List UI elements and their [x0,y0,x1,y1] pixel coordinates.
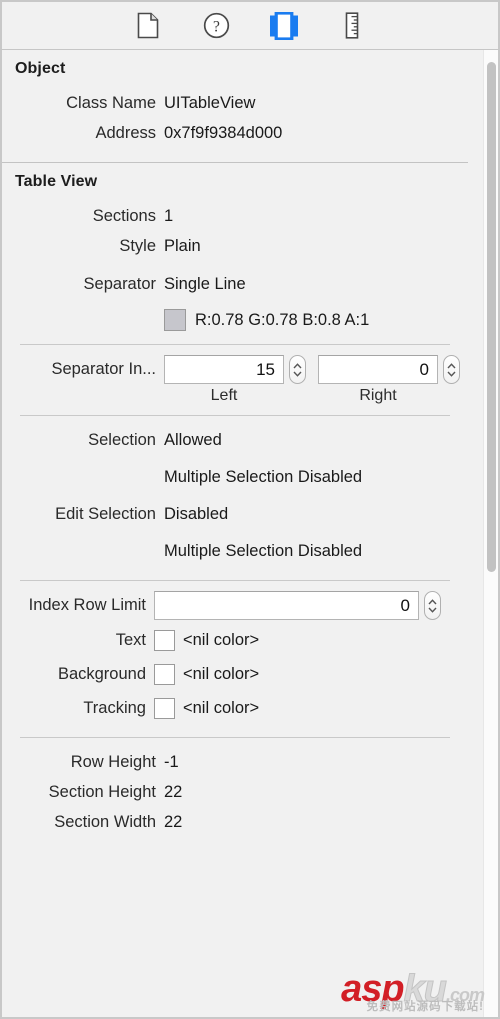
separator-inset-right-group: 0 Right [318,355,460,405]
divider-selection [20,415,450,416]
label-section-height: Section Height [48,782,156,801]
label-row-height: Row Height [70,752,156,771]
index-row-limit-input[interactable]: 0 [154,591,419,620]
document-icon [137,12,159,39]
row-separator: Separator Single Line [2,269,468,299]
label-style: Style [119,236,156,255]
value-class-name: UITableView [164,93,256,112]
row-selection-multiple: Multiple Selection Disabled [2,462,468,492]
value-separator: Single Line [164,274,246,293]
label-sections: Sections [92,206,156,225]
label-index-tracking-color: Tracking [83,698,146,717]
value-section-height: 22 [164,782,183,801]
separator-inset-left-group: 15 Left [164,355,306,405]
inspector-panel: ? Object Class Name UITableView Address … [0,0,500,1019]
size-inspector-button[interactable] [266,9,302,43]
value-row-height: -1 [164,752,179,771]
divider-index [20,580,450,581]
row-index-row-limit: Index Row Limit 0 [2,590,468,621]
watermark: aspku.com 免费网站源码下载站! [341,969,485,1014]
row-section-height: Section Height 22 [2,777,468,807]
divider-metrics [20,737,450,738]
row-sections: Sections 1 [2,201,468,231]
stepper-up-icon [428,598,437,605]
value-address: 0x7f9f9384d000 [164,123,283,142]
value-section-width: 22 [164,812,183,831]
stepper-up-icon [293,362,302,369]
label-class-name: Class Name [66,93,156,112]
separator-inset-right-sublabel: Right [359,387,397,404]
scrollbar-thumb[interactable] [487,62,496,572]
separator-inset-left-input[interactable]: 15 [164,355,284,384]
inspector-body: Object Class Name UITableView Address 0x… [0,50,500,1019]
label-index-row-limit: Index Row Limit [28,596,146,614]
index-background-color-swatch[interactable] [154,663,175,685]
value-index-background-color: <nil color> [183,664,260,683]
ruler-icon [343,12,361,39]
label-edit-selection: Edit Selection [55,504,156,523]
size-inspector-icon [269,11,299,40]
row-style: Style Plain [2,231,468,261]
quick-help-inspector-button[interactable]: ? [198,9,234,43]
index-row-limit-stepper[interactable] [424,591,441,620]
separator-inset-right-stepper[interactable] [443,355,460,384]
value-style: Plain [164,236,201,255]
section-table-view: Table View Sections 1 Style Plain Separa… [2,163,468,851]
row-class-name: Class Name UITableView [2,88,468,118]
stepper-up-icon [447,362,456,369]
index-tracking-color-swatch[interactable] [154,697,175,719]
row-separator-inset: Separator In... 15 Left 0 Right [2,354,468,406]
value-index-tracking-color: <nil color> [183,698,260,717]
label-index-background-color: Background [57,664,146,683]
label-selection: Selection [88,430,156,449]
file-inspector-button[interactable] [130,9,166,43]
ruler-inspector-button[interactable] [334,9,370,43]
row-edit-selection: Edit Selection Disabled [2,499,468,529]
svg-text:?: ? [213,18,220,35]
separator-inset-left-stepper[interactable] [289,355,306,384]
value-sections: 1 [164,206,174,225]
inspector-content: Object Class Name UITableView Address 0x… [2,50,468,851]
value-selection: Allowed [164,430,222,449]
row-address: Address 0x7f9f9384d000 [2,118,468,148]
row-edit-selection-multiple: Multiple Selection Disabled [2,536,468,566]
label-section-width: Section Width [54,812,156,831]
section-object: Object Class Name UITableView Address 0x… [2,50,468,163]
label-index-text-color: Text [115,630,146,649]
section-title-table-view: Table View [15,173,98,190]
separator-color-value: R:0.78 G:0.78 B:0.8 A:1 [195,310,370,329]
row-index-tracking-color: Tracking <nil color> [2,693,468,723]
separator-color-swatch[interactable] [164,309,186,331]
separator-inset-right-input[interactable]: 0 [318,355,438,384]
question-circle-icon: ? [203,12,230,39]
value-edit-selection: Disabled [164,504,229,523]
row-section-width: Section Width 22 [2,807,468,837]
vertical-scrollbar[interactable] [483,50,498,1017]
label-separator-inset: Separator In... [51,360,156,378]
label-address: Address [95,123,156,142]
stepper-down-icon [447,371,456,377]
label-separator: Separator [83,274,156,293]
stepper-down-icon [428,607,437,613]
stepper-down-icon [293,371,302,377]
row-selection: Selection Allowed [2,425,468,455]
row-index-background-color: Background <nil color> [2,659,468,689]
separator-inset-left-sublabel: Left [210,387,238,404]
value-edit-selection-multiple: Multiple Selection Disabled [164,541,363,560]
row-row-height: Row Height -1 [2,747,468,777]
row-separator-color: R:0.78 G:0.78 B:0.8 A:1 [2,305,468,335]
divider-separator-inset [20,344,450,345]
value-index-text-color: <nil color> [183,630,260,649]
row-index-text-color: Text <nil color> [2,625,468,655]
inspector-toolbar: ? [0,0,500,50]
index-text-color-swatch[interactable] [154,629,175,651]
value-selection-multiple: Multiple Selection Disabled [164,467,363,486]
section-title-object: Object [15,60,66,77]
